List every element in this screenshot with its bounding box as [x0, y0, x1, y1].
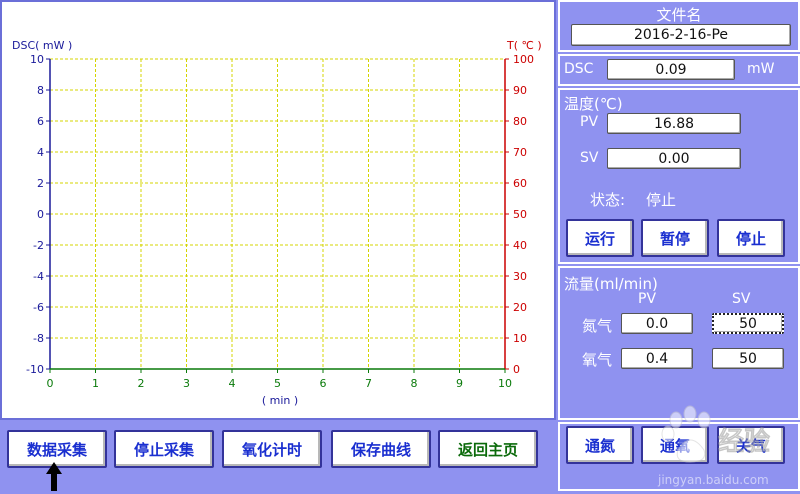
left-tick-label: -2	[33, 239, 44, 252]
temperature-box: 温度(℃) PV 16.88 SV 0.00 状态: 停止 运行 暂停 停止	[558, 88, 800, 264]
temperature-sv-label: SV	[580, 150, 599, 166]
x-tick-label: 10	[498, 377, 512, 390]
bottom-toolbar: 数据采集 停止采集 氧化计时 保存曲线 返回主页	[0, 422, 556, 491]
temperature-pv-field: 16.88	[607, 113, 741, 134]
right-tick-label: 30	[513, 270, 527, 283]
gas-off-button[interactable]: 关气	[717, 426, 785, 464]
status-value: 停止	[646, 191, 677, 209]
pointer-arrow-icon	[46, 462, 62, 491]
oxygen-on-button[interactable]: 通氧	[641, 426, 709, 464]
flow-box: 流量(ml/min) PV SV 氮气 0.0 50 氧气 0.4 50	[558, 266, 800, 420]
x-tick-label: 4	[229, 377, 236, 390]
dsc-label: DSC	[564, 61, 594, 77]
pause-button[interactable]: 暂停	[641, 219, 709, 257]
dsc-unit: mW	[747, 61, 775, 77]
nitrogen-on-button[interactable]: 通氮	[566, 426, 634, 464]
gas-control-box: 通氮 通氧 关气	[558, 422, 800, 491]
x-tick-label: 0	[47, 377, 54, 390]
right-tick-label: 90	[513, 84, 527, 97]
chart-grid	[50, 58, 506, 369]
run-button[interactable]: 运行	[566, 219, 634, 257]
left-tick-label: -6	[33, 301, 44, 314]
left-axis-label: DSC( mW )	[12, 39, 72, 52]
oxygen-pv-field: 0.4	[621, 348, 693, 369]
save-curve-button[interactable]: 保存曲线	[331, 430, 431, 468]
x-tick-label: 9	[456, 377, 463, 390]
flow-pv-header: PV	[638, 291, 657, 307]
flow-sv-header: SV	[732, 291, 751, 307]
oxygen-label: 氧气	[582, 351, 613, 369]
stop-acquire-button[interactable]: 停止采集	[114, 430, 214, 468]
x-tick-label: 2	[138, 377, 145, 390]
oxidation-timer-button[interactable]: 氧化计时	[222, 430, 322, 468]
file-name-field[interactable]: 2016-2-16-Pe	[571, 24, 791, 46]
right-tick-label: 80	[513, 115, 527, 128]
right-tick-label: 70	[513, 146, 527, 159]
right-tick-label: 10	[513, 332, 527, 345]
right-tick-label: 60	[513, 177, 527, 190]
file-name-box: 文件名 2016-2-16-Pe	[558, 0, 800, 52]
return-home-button[interactable]: 返回主页	[438, 430, 538, 468]
temperature-title: 温度(℃)	[564, 95, 623, 113]
left-tick-label: 8	[37, 84, 44, 97]
nitrogen-label: 氮气	[582, 317, 613, 335]
left-tick-label: -8	[33, 332, 44, 345]
left-tick-label: 4	[37, 146, 44, 159]
x-tick-label: 3	[183, 377, 190, 390]
left-tick-label: 2	[37, 177, 44, 190]
nitrogen-sv-field[interactable]: 50	[712, 313, 784, 334]
right-tick-label: 0	[513, 363, 520, 376]
chart-tick-labels: 1086420-2-4-6-8-101009080706050403020100…	[26, 53, 534, 390]
right-tick-label: 40	[513, 239, 527, 252]
x-axis-label: ( min )	[262, 394, 298, 407]
dsc-chart-panel: 10 8 6 4 2 0 -2 -4 -6 -8 -10 100 90 80 70 60 50 40 30 20 10 0…	[0, 0, 556, 420]
x-tick-label: 1	[92, 377, 99, 390]
dsc-box: DSC 0.09 mW	[558, 54, 800, 86]
x-tick-label: 5	[274, 377, 281, 390]
left-tick-label: -10	[26, 363, 44, 376]
left-tick-label: 6	[37, 115, 44, 128]
x-tick-label: 7	[365, 377, 372, 390]
file-name-title: 文件名	[656, 6, 702, 24]
dsc-value-field: 0.09	[607, 59, 735, 80]
temperature-pv-label: PV	[580, 114, 599, 130]
right-tick-label: 100	[513, 53, 534, 66]
nitrogen-pv-field: 0.0	[621, 313, 693, 334]
right-tick-label: 50	[513, 208, 527, 221]
right-axis-label: T( ℃ )	[506, 39, 542, 52]
right-tick-label: 20	[513, 301, 527, 314]
x-tick-label: 8	[411, 377, 418, 390]
x-tick-label: 6	[320, 377, 327, 390]
stop-button[interactable]: 停止	[717, 219, 785, 257]
dsc-chart: 1086420-2-4-6-8-101009080706050403020100…	[12, 39, 542, 407]
temperature-sv-field[interactable]: 0.00	[607, 148, 741, 169]
left-tick-label: 0	[37, 208, 44, 221]
status-label: 状态:	[590, 191, 626, 209]
left-tick-label: -4	[33, 270, 44, 283]
oxygen-sv-field[interactable]: 50	[712, 348, 784, 369]
left-tick-label: 10	[30, 53, 44, 66]
